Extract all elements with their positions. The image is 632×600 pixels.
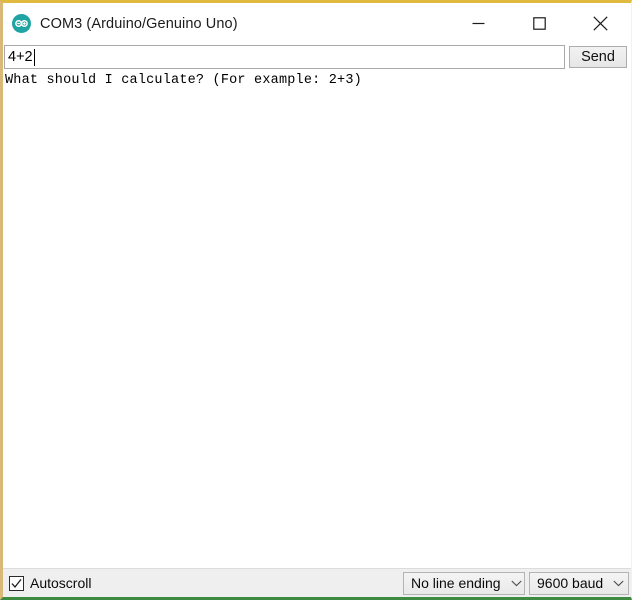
- autoscroll-toggle[interactable]: Autoscroll: [9, 575, 91, 591]
- window-title: COM3 (Arduino/Genuino Uno): [40, 15, 238, 32]
- minimize-icon: [472, 17, 485, 30]
- autoscroll-checkbox[interactable]: [9, 575, 24, 591]
- window-controls: [448, 3, 631, 44]
- line-ending-select[interactable]: No line ending: [403, 571, 525, 595]
- maximize-icon: [533, 17, 546, 30]
- send-row: Send: [3, 44, 631, 71]
- console-line: What should I calculate? (For example: 2…: [5, 73, 362, 88]
- title-bar-left: COM3 (Arduino/Genuino Uno): [3, 14, 448, 33]
- text-caret: [34, 49, 35, 66]
- send-button[interactable]: Send: [569, 46, 627, 68]
- chevron-down-icon: [613, 580, 624, 587]
- line-ending-value: No line ending: [411, 575, 501, 591]
- arduino-infinity-icon: [12, 14, 31, 33]
- close-icon: [593, 16, 608, 31]
- maximize-button[interactable]: [509, 3, 570, 44]
- chevron-down-icon: [510, 580, 522, 587]
- title-bar: COM3 (Arduino/Genuino Uno): [3, 3, 631, 44]
- serial-output-console[interactable]: What should I calculate? (For example: 2…: [3, 71, 631, 568]
- close-button[interactable]: [570, 3, 631, 44]
- serial-monitor-window: COM3 (Arduino/Genuino Uno) 4+2 Send What…: [0, 0, 632, 600]
- status-bar: Autoscroll No line ending 9600 baud: [3, 568, 631, 597]
- send-input[interactable]: [5, 46, 564, 68]
- minimize-button[interactable]: [448, 3, 509, 44]
- baud-rate-select[interactable]: 9600 baud: [529, 571, 629, 595]
- baud-rate-value: 9600 baud: [537, 575, 604, 591]
- send-input-container[interactable]: [4, 45, 565, 69]
- autoscroll-label: Autoscroll: [30, 575, 92, 591]
